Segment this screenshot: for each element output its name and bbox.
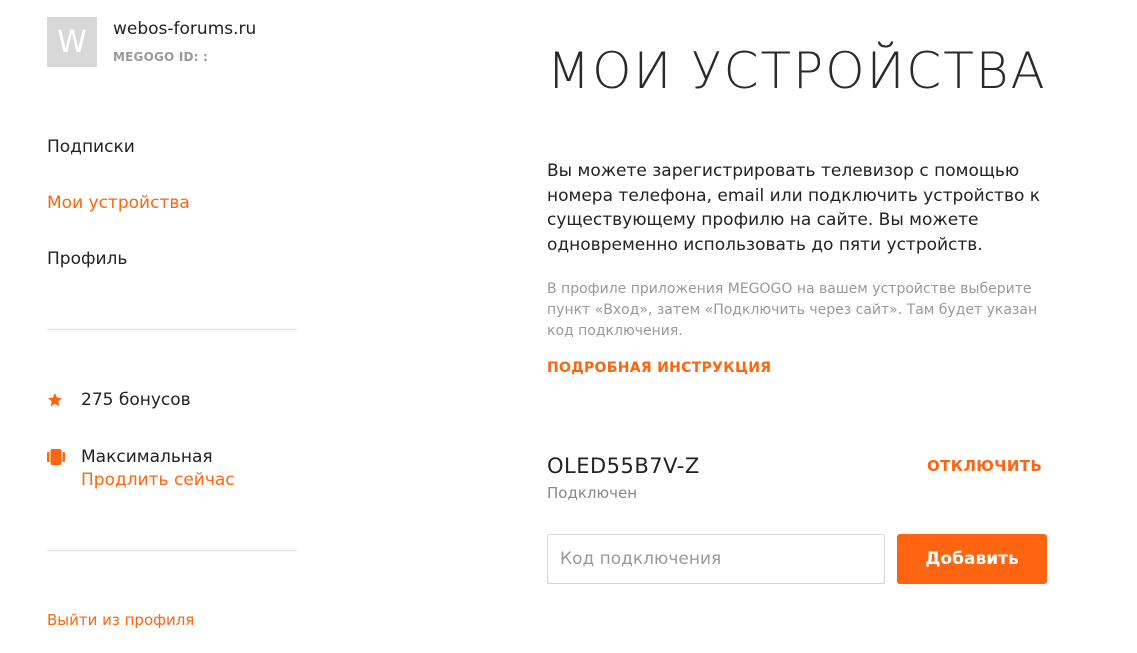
logout-link[interactable]: Выйти из профиля [47,611,194,629]
username: webos-forums.ru [113,19,257,39]
sidebar-divider [47,329,297,330]
extend-subscription-link[interactable]: Продлить сейчас [81,470,235,490]
sidebar-item-my-devices[interactable]: Мои устройства [47,193,190,213]
sidebar-item-profile[interactable]: Профиль [47,249,127,269]
sidebar-divider-bottom [47,550,297,551]
device-name: OLED55B7V-Z [547,454,700,478]
subscription-block: Максимальная Продлить сейчас [47,447,235,490]
bonus-count: 275 бонусов [81,390,191,410]
intro-text: Вы можете зарегистрировать телевизор с п… [547,161,1041,255]
bonus-row: 275 бонусов [47,390,191,410]
connection-code-input[interactable] [547,534,885,584]
add-device-button[interactable]: Добавить [897,534,1047,584]
hint-text: В профиле приложения MEGOGO на вашем уст… [547,281,1038,339]
subscription-badge-icon [47,449,81,465]
megogo-id: MEGOGO ID: : [113,50,209,64]
sidebar-item-subscriptions[interactable]: Подписки [47,137,135,157]
star-icon [47,392,81,408]
subscription-name: Максимальная [81,447,213,467]
page: W webos-forums.ru MEGOGO ID: : Подписки … [0,0,1137,653]
instruction-link[interactable]: ПОДРОБНАЯ ИНСТРУКЦИЯ [547,360,771,376]
avatar: W [47,17,97,67]
page-title: МОИ УСТРОЙСТВА [547,42,1047,100]
disconnect-device-button[interactable]: ОТКЛЮЧИТЬ [927,457,1042,475]
device-status: Подключен [547,484,637,502]
